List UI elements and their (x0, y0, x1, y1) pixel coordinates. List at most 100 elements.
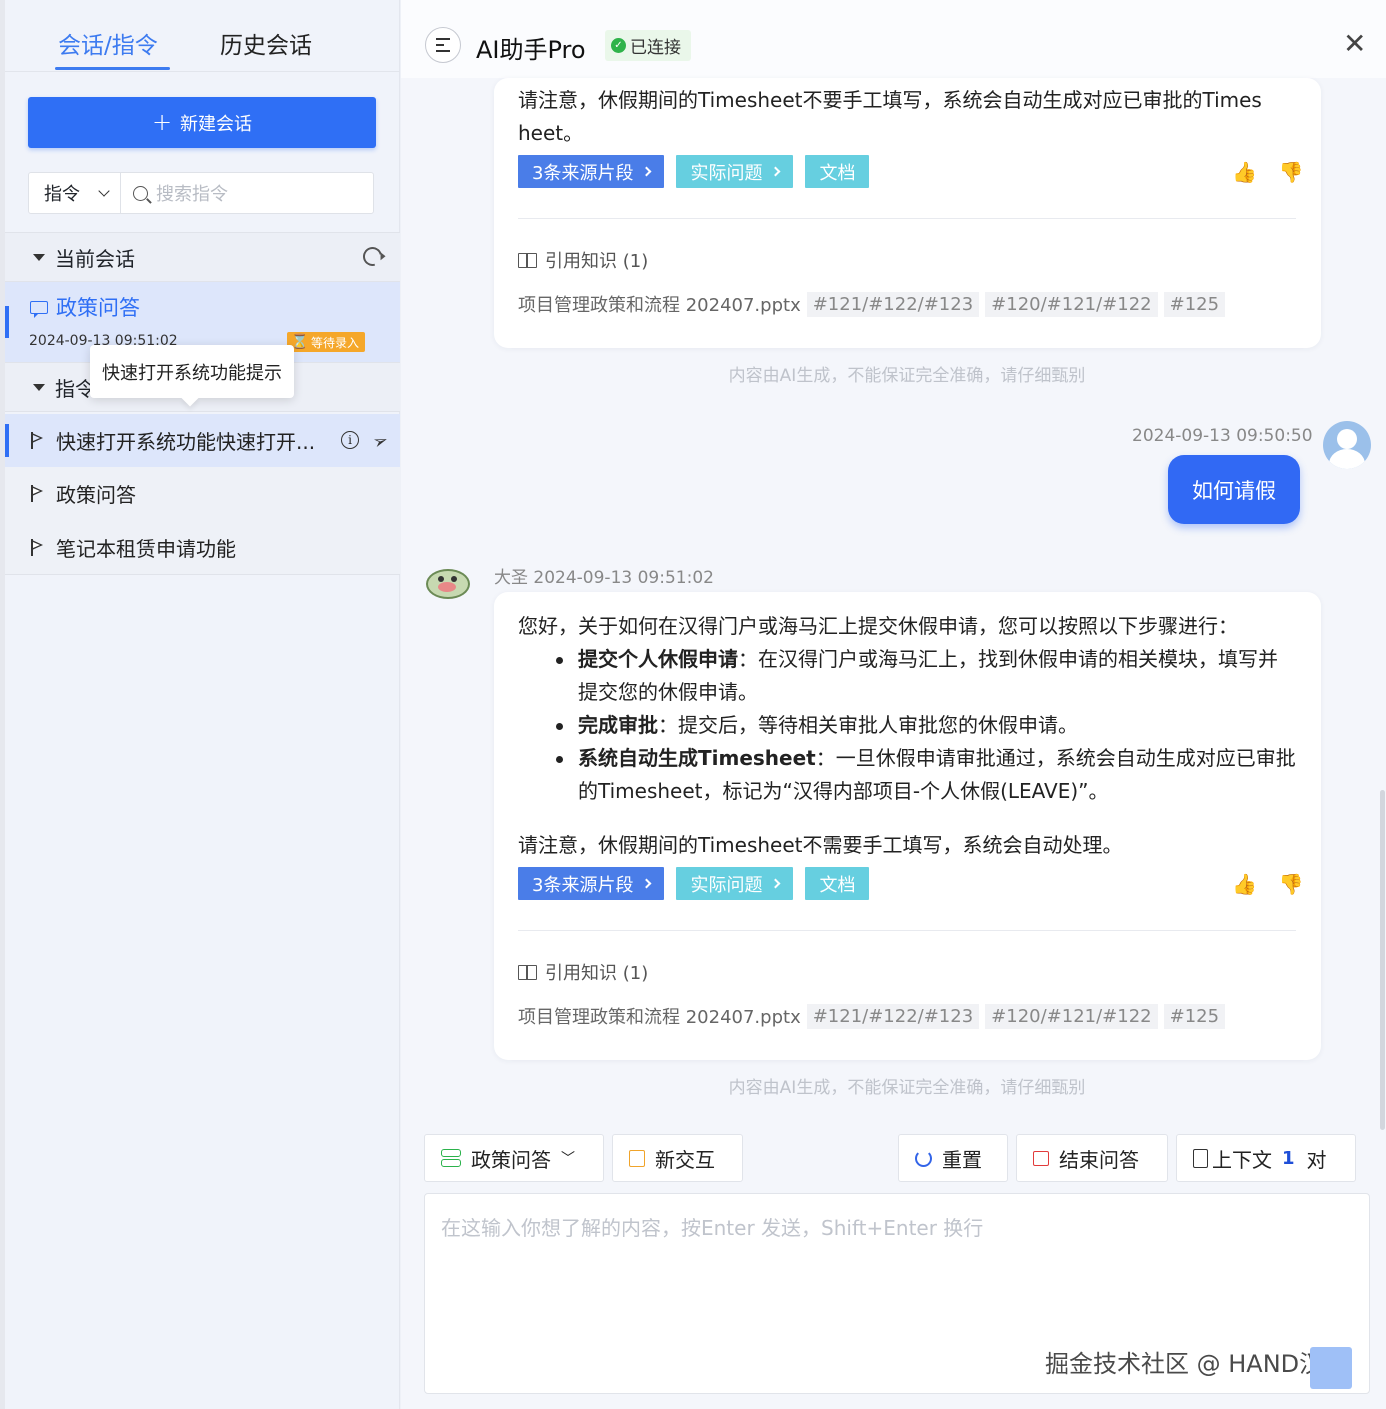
source-tags: 3条来源片段 实际问题 文档 (518, 155, 870, 188)
bot-avatar (423, 562, 473, 602)
source-tags: 3条来源片段 实际问题 文档 (518, 867, 870, 900)
refresh-icon[interactable] (359, 243, 386, 270)
reference-title[interactable]: 引用知识 (1) (518, 247, 648, 273)
reference-chip[interactable]: #120/#121/#122 (985, 1003, 1158, 1029)
sidebar-tabs: 会话/指令 历史会话 (5, 0, 400, 72)
search-icon (133, 185, 148, 201)
command-label: 快速打开系统功能快速打开... (56, 430, 316, 454)
app-title: AI助手Pro (476, 36, 586, 64)
bot-message-card: 请注意，休假期间的Timesheet不要手工填写，系统会自动生成对应已审批的Ti… (494, 78, 1321, 348)
reference-file[interactable]: 项目管理政策和流程 202407.pptx (518, 291, 801, 317)
command-label: 政策问答 (56, 483, 136, 507)
reference-title[interactable]: 引用知识 (1) (518, 959, 648, 985)
chat-icon (30, 300, 48, 318)
feedback-buttons: 👍 👎 (1232, 160, 1304, 184)
chevron-right-icon (771, 166, 781, 177)
thumbs-down-icon[interactable]: 👎 (1279, 872, 1304, 896)
command-search-input[interactable]: 搜索指令 (121, 173, 373, 213)
end-session-label: 结束问答 (1059, 1147, 1139, 1172)
tab-commands[interactable]: 会话/指令 (58, 26, 158, 60)
command-item-quick-open[interactable]: 快速打开系统功能快速打开... i ➢ (5, 414, 400, 467)
reference-file[interactable]: 项目管理政策和流程 202407.pptx (518, 1003, 801, 1029)
close-icon[interactable]: ✕ (1343, 30, 1367, 59)
message-line: 请注意，休假期间的Timesheet不要手工填写，系统会自动生成对应已审批的Ti… (518, 88, 1262, 112)
new-interaction-button[interactable]: 新交互 (612, 1134, 743, 1182)
new-chat-icon (629, 1149, 645, 1167)
list-item: 系统自动生成Timesheet：一旦休假申请审批通过，系统会自动生成对应已审批的… (554, 742, 1297, 808)
conversation-title-text: 政策问答 (56, 296, 140, 320)
end-session-button[interactable]: 结束问答 (1016, 1134, 1168, 1182)
mode-select-button[interactable]: 政策问答 ﹀ (424, 1134, 604, 1182)
actual-question-tag[interactable]: 实际问题 (676, 155, 794, 188)
reset-button[interactable]: 重置 (898, 1134, 1008, 1182)
source-fragments-tag[interactable]: 3条来源片段 (518, 867, 665, 900)
thumbs-down-icon[interactable]: 👎 (1279, 160, 1304, 184)
current-conversation-title: 当前会话 (55, 246, 135, 271)
bot-name-time: 大圣 2024-09-13 09:51:02 (494, 568, 714, 588)
tab-underline (55, 67, 170, 70)
flag-icon (31, 432, 44, 449)
list-item: 提交个人休假申请：在汉得门户或海马汇上，找到休假申请的相关模块，填写并提交您的休… (554, 643, 1297, 709)
context-button[interactable]: 上下文 1 对 (1176, 1134, 1356, 1182)
scrollbar[interactable] (1380, 790, 1385, 1130)
new-interaction-label: 新交互 (655, 1147, 715, 1172)
reference-title-text: 引用知识 (1) (545, 251, 649, 272)
current-conversation-header[interactable]: 当前会话 (5, 232, 400, 282)
conversation-title: 政策问答 (30, 292, 140, 322)
thumbs-up-icon[interactable]: 👍 (1232, 160, 1257, 184)
check-icon: ✓ (611, 38, 626, 53)
tag-label: 实际问题 (690, 162, 763, 184)
context-unit: 对 (1306, 1147, 1327, 1172)
reference-chip[interactable]: #125 (1163, 291, 1226, 317)
feedback-buttons: 👍 👎 (1232, 872, 1304, 896)
new-conversation-button[interactable]: + 新建会话 (28, 97, 376, 148)
tag-label: 文档 (819, 162, 856, 184)
message-line: heet。 (518, 121, 584, 145)
user-avatar (1323, 421, 1371, 469)
sidebar-edge (0, 0, 5, 1409)
switch-icon (441, 1149, 461, 1167)
flag-icon (31, 485, 44, 502)
watermark: 掘金技术社区 @ HAND汉得 (1045, 1350, 1348, 1378)
tab-history[interactable]: 历史会话 (220, 26, 312, 60)
search-placeholder: 搜索指令 (156, 184, 228, 205)
user-message-time: 2024-09-13 09:50:50 (1132, 426, 1313, 446)
send-button[interactable] (1310, 1347, 1352, 1389)
thumbs-up-icon[interactable]: 👍 (1232, 872, 1257, 896)
plus-icon: + (151, 107, 173, 136)
sidebar: 会话/指令 历史会话 + 新建会话 指令 搜索指令 当前会话 政策问答 2024… (0, 0, 400, 1409)
steps-list: 提交个人休假申请：在汉得门户或海马汇上，找到休假申请的相关模块，填写并提交您的休… (518, 643, 1297, 808)
source-fragments-tag[interactable]: 3条来源片段 (518, 155, 665, 188)
filter-select[interactable]: 指令 (29, 173, 121, 213)
chevron-down-icon: ﹀ (561, 1151, 575, 1167)
bot-message-card: 您好，关于如何在汉得门户或海马汇上提交休假申请，您可以按照以下步骤进行： 提交个… (494, 592, 1321, 1060)
book-icon (518, 252, 537, 268)
document-tag[interactable]: 文档 (805, 155, 870, 188)
document-icon (1193, 1148, 1208, 1168)
filter-select-value: 指令 (44, 184, 80, 205)
tag-label: 文档 (819, 874, 856, 896)
reference-chip[interactable]: #125 (1163, 1003, 1226, 1029)
chevron-down-icon (98, 185, 110, 197)
step-title: 系统自动生成Timesheet (578, 746, 816, 770)
message-text: 请注意，休假期间的Timesheet不要手工填写，系统会自动生成对应已审批的Ti… (494, 78, 1321, 150)
reset-label: 重置 (942, 1147, 982, 1172)
send-icon[interactable]: ➢ (370, 429, 391, 454)
step-title: 完成审批 (578, 713, 658, 737)
command-item-laptop-rental[interactable]: 笔记本租赁申请功能 (5, 521, 400, 574)
reference-chip[interactable]: #120/#121/#122 (985, 291, 1158, 317)
reference-chip[interactable]: #121/#122/#123 (806, 1003, 980, 1029)
ai-disclaimer: 内容由AI生成，不能保证完全准确，请仔细甄别 (728, 366, 1086, 386)
command-item-policy[interactable]: 政策问答 (5, 467, 400, 520)
chevron-right-icon (642, 878, 652, 889)
connection-status-label: 已连接 (630, 38, 681, 58)
command-label: 笔记本租赁申请功能 (56, 537, 236, 561)
info-icon[interactable]: i (341, 431, 359, 449)
new-conversation-label: 新建会话 (180, 113, 253, 135)
caret-down-icon (33, 383, 45, 391)
menu-icon[interactable] (425, 27, 461, 63)
document-tag[interactable]: 文档 (805, 867, 870, 900)
actual-question-tag[interactable]: 实际问题 (676, 867, 794, 900)
mode-label: 政策问答 (471, 1147, 551, 1172)
reference-chip[interactable]: #121/#122/#123 (806, 291, 980, 317)
